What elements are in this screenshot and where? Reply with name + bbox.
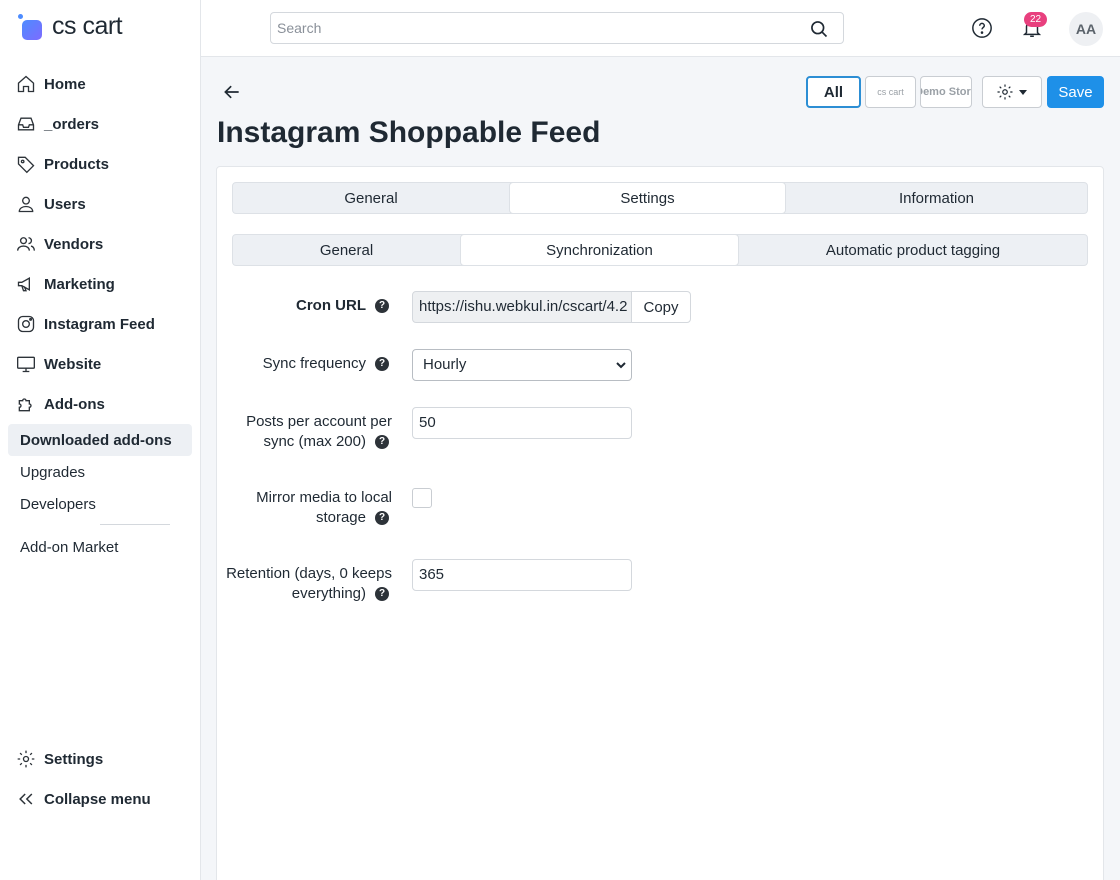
cron-url-label: Cron URL — [296, 297, 366, 314]
sidebar-item-website[interactable]: Website — [0, 344, 200, 384]
logo-text: cs cart — [52, 12, 123, 40]
sidebar-item-instagram-feed[interactable]: Instagram Feed — [0, 304, 200, 344]
retention-label-line2: everything) — [291, 585, 366, 602]
sidebar-subitem-upgrades[interactable]: Upgrades — [8, 456, 192, 488]
avatar[interactable]: AA — [1069, 12, 1103, 46]
tab-settings[interactable]: Settings — [509, 182, 786, 214]
sidebar-item-label: Products — [44, 155, 110, 173]
gear-icon — [997, 84, 1013, 100]
search-input[interactable] — [271, 13, 791, 43]
home-icon — [17, 75, 35, 93]
tab-general[interactable]: General — [233, 183, 509, 213]
sidebar-item-users[interactable]: Users — [0, 184, 200, 224]
help-question-icon[interactable]: ? — [375, 511, 389, 525]
puzzle-icon — [18, 398, 32, 412]
help-question-icon[interactable]: ? — [375, 435, 389, 449]
save-button[interactable]: Save — [1047, 76, 1104, 108]
sidebar-item-settings[interactable]: Settings — [0, 739, 200, 779]
store-all-button[interactable]: All — [806, 76, 861, 108]
sync-frequency-label: Sync frequency — [262, 355, 366, 372]
logo[interactable]: cs cart — [18, 12, 123, 41]
tag-icon — [17, 156, 35, 174]
sidebar-item-marketing[interactable]: Marketing — [0, 264, 200, 304]
subtab-general[interactable]: General — [233, 235, 460, 265]
chevron-down-icon — [616, 362, 626, 369]
sidebar-item-vendors[interactable]: Vendors — [0, 224, 200, 264]
sidebar: cs cart Home _orders Products Users Vend… — [0, 0, 201, 880]
sidebar-item-label: Website — [44, 355, 102, 373]
sidebar-item-products[interactable]: Products — [0, 144, 200, 184]
help-question-icon[interactable]: ? — [375, 299, 389, 313]
caret-down-icon — [1019, 90, 1027, 95]
posts-per-account-label-line1: Posts per account per — [246, 413, 392, 430]
gear-icon — [17, 750, 35, 768]
double-chevron-left-icon — [19, 793, 33, 805]
posts-per-account-input[interactable]: 50 — [412, 407, 632, 439]
sync-frequency-value: Hourly — [423, 356, 467, 373]
sidebar-item-label: _orders — [44, 115, 100, 133]
sidebar-item-orders[interactable]: _orders — [0, 104, 200, 144]
search-box — [270, 12, 844, 44]
monitor-icon — [17, 356, 35, 373]
sidebar-item-label: Home — [44, 75, 86, 93]
subtab-synchronization[interactable]: Synchronization — [460, 234, 739, 266]
sync-frequency-select[interactable]: Hourly — [412, 349, 632, 381]
copy-button[interactable]: Copy — [631, 291, 691, 323]
collapse-menu-button[interactable]: Collapse menu — [0, 779, 200, 819]
sub-tabs: General Synchronization Automatic produc… — [232, 234, 1088, 266]
retention-input[interactable]: 365 — [412, 559, 632, 591]
sidebar-bottom: Settings Collapse menu — [0, 739, 200, 819]
settings-dropdown-button[interactable] — [982, 76, 1042, 108]
help-question-icon[interactable]: ? — [375, 587, 389, 601]
mirror-media-label-line2: storage — [315, 509, 366, 526]
sidebar-subitem-developers[interactable]: Developers — [8, 488, 192, 520]
sidebar-item-label: Vendors — [44, 235, 104, 253]
notification-badge: 22 — [1024, 12, 1047, 27]
subtab-automatic-product-tagging[interactable]: Automatic product tagging — [739, 235, 1087, 265]
store-cs-cart-button[interactable]: cs cart — [865, 76, 916, 108]
search-icon[interactable] — [809, 19, 829, 39]
instagram-icon — [17, 315, 35, 333]
sidebar-divider — [100, 524, 170, 525]
mirror-media-checkbox[interactable] — [412, 488, 432, 508]
tab-information[interactable]: Information — [786, 183, 1087, 213]
back-arrow-icon[interactable] — [222, 82, 242, 102]
posts-per-account-label-line2: sync (max 200) — [263, 433, 366, 450]
page-title: Instagram Shoppable Feed — [217, 116, 601, 149]
sidebar-item-label: Add-ons — [44, 395, 105, 413]
users-icon — [17, 237, 35, 251]
retention-label-line1: Retention (days, 0 keeps — [226, 565, 392, 582]
megaphone-icon — [17, 277, 30, 292]
sidebar-subitem-add-on-market[interactable]: Add-on Market — [8, 531, 192, 563]
store-demo-store-button[interactable]: Demo Store — [920, 76, 972, 108]
sidebar-item-home[interactable]: Home — [0, 64, 200, 104]
main-tabs: General Settings Information — [232, 182, 1088, 214]
sidebar-item-label: Collapse menu — [44, 790, 151, 808]
sidebar-item-label: Users — [44, 195, 86, 213]
sidebar-item-label: Marketing — [44, 275, 115, 293]
help-question-icon[interactable]: ? — [375, 357, 389, 371]
sidebar-item-label: Instagram Feed — [44, 315, 155, 333]
sidebar-item-label: Settings — [44, 750, 104, 768]
mirror-media-label-line1: Mirror media to local — [256, 489, 392, 506]
inbox-icon — [17, 117, 35, 131]
sidebar-subitem-downloaded-add-ons[interactable]: Downloaded add-ons — [8, 424, 192, 456]
user-icon — [18, 196, 34, 213]
cron-url-field[interactable]: https://ishu.webkul.in/cscart/4.2 — [412, 291, 632, 323]
main-nav: Home _orders Products Users Vendors Mark… — [0, 64, 200, 424]
sidebar-item-add-ons[interactable]: Add-ons — [0, 384, 200, 424]
top-bar: 22 AA — [201, 0, 1120, 57]
logo-mark-icon — [18, 13, 44, 40]
help-icon[interactable] — [971, 17, 993, 39]
